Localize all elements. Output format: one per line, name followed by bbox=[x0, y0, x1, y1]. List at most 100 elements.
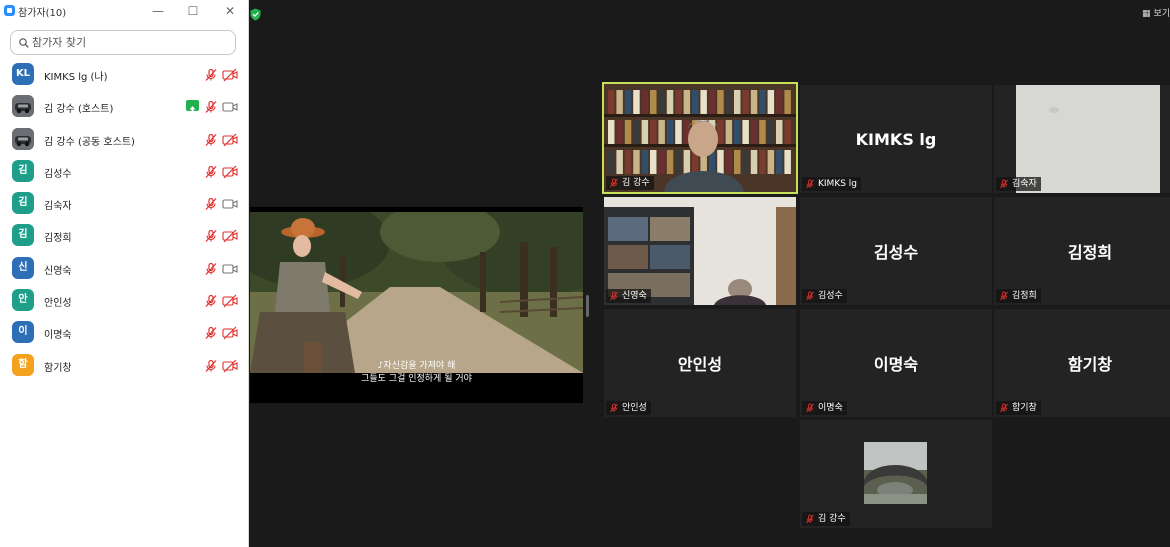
participant-row[interactable]: 김 김숙자 bbox=[0, 187, 249, 219]
shared-screen: ♪자신감을 가져야 해 그들도 그걸 인정하게 될 거야 bbox=[250, 207, 583, 403]
participant-row[interactable]: 김 강수 (호스트) bbox=[0, 90, 249, 122]
security-shield-icon[interactable] bbox=[250, 8, 261, 21]
video-tile[interactable]: 김성수 김성수 bbox=[800, 197, 992, 305]
split-resize-handle[interactable] bbox=[586, 295, 589, 317]
video-on-icon bbox=[222, 102, 238, 112]
panel-titlebar: 참가자(10) — ☐ ✕ bbox=[0, 0, 249, 22]
grid-icon: ▦ bbox=[1142, 9, 1151, 19]
video-on-icon bbox=[222, 199, 238, 209]
participant-search-input[interactable] bbox=[32, 34, 228, 51]
video-tile[interactable]: 안인성 안인성 bbox=[604, 309, 796, 417]
participant-search-box[interactable] bbox=[10, 30, 236, 55]
video-status[interactable] bbox=[222, 67, 238, 82]
mic-muted-icon bbox=[205, 165, 217, 178]
avatar-photo-icon bbox=[12, 127, 34, 150]
video-status[interactable] bbox=[222, 293, 238, 308]
video-status[interactable] bbox=[222, 358, 238, 373]
mic-muted-icon bbox=[1000, 179, 1008, 189]
mic-muted-icon bbox=[806, 291, 814, 301]
video-off-icon bbox=[222, 359, 238, 373]
mic-muted-icon bbox=[205, 294, 217, 308]
video-tile[interactable]: 함기창 함기창 bbox=[994, 309, 1170, 417]
video-status[interactable] bbox=[222, 228, 238, 243]
video-status[interactable] bbox=[222, 325, 238, 340]
mic-status[interactable] bbox=[204, 164, 218, 178]
video-tile[interactable]: KIMKS lg KIMKS lg bbox=[800, 85, 992, 193]
subtitle-line-2: 그들도 그걸 인정하게 될 거야 bbox=[361, 374, 472, 384]
tile-name-label: 김성수 bbox=[802, 289, 847, 303]
mic-muted-icon bbox=[205, 262, 217, 275]
avatar: 김 bbox=[12, 224, 34, 247]
mic-status[interactable] bbox=[204, 325, 218, 340]
participant-name: 김 강수 (공동 호스트) bbox=[44, 136, 135, 148]
tile-name-label: 이명숙 bbox=[802, 401, 847, 415]
video-tile[interactable]: 김 강수 bbox=[602, 82, 798, 194]
view-button-label: 보기 bbox=[1153, 9, 1170, 19]
participant-list: KL KIMKS lg (나) 김 강수 (호스트) 김 강수 (공동 호스트) … bbox=[0, 58, 249, 381]
mic-status[interactable] bbox=[204, 293, 218, 308]
tile-name-label: 안인성 bbox=[606, 401, 651, 415]
participant-row[interactable]: 김 김성수 bbox=[0, 155, 249, 187]
video-off-icon bbox=[222, 326, 238, 340]
participant-name: 김성수 bbox=[44, 168, 72, 180]
participant-name: 김정희 bbox=[44, 233, 72, 245]
close-icon[interactable]: ✕ bbox=[222, 3, 238, 19]
video-tile[interactable]: 이명숙 이명숙 bbox=[800, 309, 992, 417]
participant-name: 이명숙 bbox=[44, 330, 72, 342]
avatar: 김 bbox=[12, 159, 34, 182]
mic-status[interactable] bbox=[204, 261, 218, 275]
participant-row[interactable]: 김 강수 (공동 호스트) bbox=[0, 123, 249, 155]
mic-muted-icon bbox=[1000, 291, 1008, 301]
mic-muted-icon bbox=[205, 133, 217, 146]
video-off-icon bbox=[222, 165, 238, 179]
participant-row[interactable]: KL KIMKS lg (나) bbox=[0, 58, 249, 90]
avatar-photo-icon bbox=[12, 95, 34, 118]
tile-name-text: 김 강수 bbox=[622, 178, 650, 188]
maximize-icon[interactable]: ☐ bbox=[185, 3, 201, 19]
screen-share-icon bbox=[186, 100, 199, 114]
mic-muted-icon bbox=[1000, 403, 1008, 413]
mic-status[interactable] bbox=[204, 67, 218, 81]
mic-status[interactable] bbox=[204, 196, 218, 211]
video-status[interactable] bbox=[222, 196, 238, 210]
video-status[interactable] bbox=[222, 164, 238, 179]
tile-name-label: KIMKS lg bbox=[802, 177, 862, 191]
mic-status[interactable] bbox=[204, 228, 218, 243]
mic-muted-icon bbox=[610, 403, 618, 413]
avatar bbox=[12, 127, 34, 150]
participant-row[interactable]: 신 신영숙 bbox=[0, 252, 249, 284]
mic-status[interactable] bbox=[204, 358, 218, 372]
avatar: 함 bbox=[12, 353, 34, 376]
subtitle-line-1: ♪자신감을 가져야 해 bbox=[377, 361, 456, 371]
participants-panel: 참가자(10) — ☐ ✕ KL KIMKS lg (나) 김 강수 (호스트) bbox=[0, 0, 249, 547]
meeting-area: ▦ 보기 ♪자신감을 가져야 해 그들도 그걸 인정하게 될 거야 김 강수 K… bbox=[249, 0, 1170, 547]
participant-name: 함기창 bbox=[44, 362, 72, 374]
video-tile[interactable]: 김 강수 bbox=[800, 420, 992, 528]
video-tile[interactable]: 김정희 김정희 bbox=[994, 197, 1170, 305]
tile-name-label: 신영숙 bbox=[606, 289, 651, 303]
video-off-icon bbox=[222, 68, 238, 82]
avatar: 신 bbox=[12, 256, 34, 279]
video-status[interactable] bbox=[222, 132, 238, 147]
tile-name-text: 신영숙 bbox=[622, 291, 647, 301]
avatar: KL bbox=[12, 63, 34, 85]
participant-row[interactable]: 함 함기창 bbox=[0, 349, 249, 381]
mic-muted-icon bbox=[205, 101, 217, 114]
participant-row[interactable]: 이 이명숙 bbox=[0, 316, 249, 348]
participant-name: 김숙자 bbox=[44, 201, 72, 213]
mic-status[interactable] bbox=[204, 99, 218, 114]
participant-row[interactable]: 안 안인성 bbox=[0, 284, 249, 316]
participant-row[interactable]: 김 김정희 bbox=[0, 219, 249, 251]
video-status[interactable] bbox=[222, 261, 238, 275]
video-tile[interactable]: 김숙자 bbox=[994, 85, 1170, 193]
mic-status[interactable] bbox=[204, 132, 218, 146]
view-button[interactable]: ▦ 보기 bbox=[1142, 6, 1170, 19]
tile-name-label: 김 강수 bbox=[606, 176, 654, 190]
mic-muted-icon bbox=[205, 198, 217, 211]
tile-name-text: 함기창 bbox=[1012, 403, 1037, 413]
video-status[interactable] bbox=[222, 99, 238, 113]
tile-name-label: 김정희 bbox=[996, 289, 1041, 303]
search-icon bbox=[19, 38, 29, 48]
minimize-icon[interactable]: — bbox=[150, 3, 166, 19]
video-tile[interactable]: 신영숙 bbox=[604, 197, 796, 305]
